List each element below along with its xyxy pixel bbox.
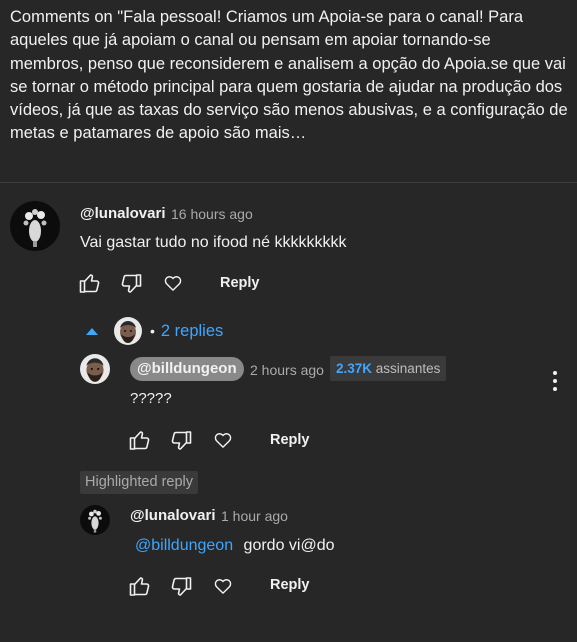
kebab-menu-icon[interactable] — [545, 368, 565, 394]
subscriber-label: assinantes — [375, 361, 441, 376]
comment-text: Vai gastar tudo no ifood né kkkkkkkkk — [80, 234, 347, 251]
caret-up-icon — [86, 327, 98, 335]
reply2-timestamp[interactable]: 1 hour ago — [221, 508, 288, 524]
thumbs-up-icon[interactable] — [128, 574, 152, 598]
replies-toggle[interactable]: • 2 replies — [86, 314, 223, 348]
reply-button[interactable]: Reply — [270, 432, 310, 448]
replies-count-label: 2 replies — [160, 321, 224, 340]
reply-button[interactable]: Reply — [270, 577, 310, 593]
reply1-timestamp[interactable]: 2 hours ago — [250, 362, 324, 378]
heart-icon[interactable] — [213, 430, 233, 450]
avatar-billdungeon[interactable] — [80, 354, 110, 384]
subscriber-count: 2.37K — [336, 361, 373, 376]
reply2-author[interactable]: @lunalovari — [130, 507, 215, 524]
heart-icon[interactable] — [163, 273, 183, 293]
subscriber-count-badge: 2.37K assinantes — [330, 356, 447, 381]
reply1-text: ????? — [130, 390, 172, 407]
thumbs-down-icon[interactable] — [169, 429, 193, 453]
thumbs-down-icon[interactable] — [119, 272, 143, 296]
replier-avatar — [114, 317, 142, 345]
comment-author[interactable]: @lunalovari — [80, 205, 165, 222]
replies-separator: • — [150, 323, 155, 339]
avatar-lunalovari[interactable] — [10, 201, 60, 251]
mention-link[interactable]: @billdungeon — [135, 537, 233, 554]
thumbs-up-icon[interactable] — [128, 428, 152, 452]
reply2-text: gordo vi@do — [243, 537, 335, 554]
thumbs-up-icon[interactable] — [78, 271, 102, 295]
thumbs-down-icon[interactable] — [169, 575, 193, 599]
highlighted-reply-label: Highlighted reply — [80, 471, 199, 494]
heart-icon[interactable] — [213, 576, 233, 596]
comments-header: Comments on "Fala pessoal! Criamos um Ap… — [10, 8, 568, 143]
reply2-text-row: @billdungeon gordo vi@do — [135, 537, 335, 555]
comment-timestamp[interactable]: 16 hours ago — [171, 206, 253, 222]
header-divider — [0, 182, 577, 183]
reply-button[interactable]: Reply — [220, 275, 260, 291]
reply1-author-pill[interactable]: @billdungeon — [130, 357, 244, 381]
avatar-lunalovari[interactable] — [80, 505, 110, 535]
